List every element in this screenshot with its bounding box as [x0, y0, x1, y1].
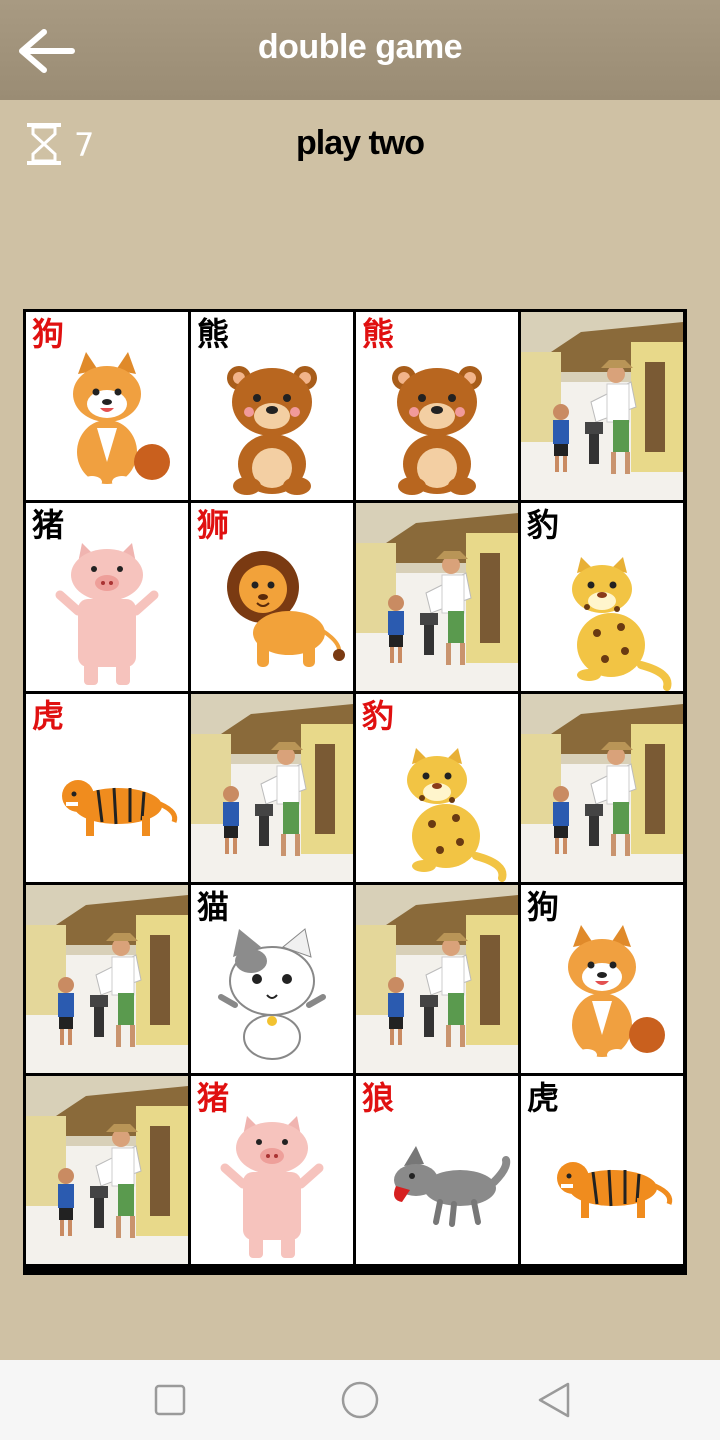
card-back-tile[interactable] [356, 885, 518, 1073]
card-label: 猫 [197, 888, 230, 926]
card-back-illustration [521, 694, 683, 882]
card-tiger[interactable]: 虎 [521, 1076, 683, 1264]
card-pig[interactable]: 猪 [26, 503, 188, 691]
card-label: 虎 [32, 697, 65, 735]
home-icon[interactable] [338, 1378, 382, 1422]
card-label: 狮 [197, 506, 230, 544]
card-bear[interactable]: 熊 [356, 312, 518, 500]
mode-label: play two [295, 124, 425, 162]
card-label: 狗 [527, 888, 560, 926]
card-back-illustration [356, 885, 518, 1073]
app-header: double game [0, 0, 720, 100]
card-label: 豹 [362, 697, 395, 735]
card-dog[interactable]: 狗 [26, 312, 188, 500]
card-back-tile[interactable] [191, 694, 353, 882]
card-back-tile[interactable] [521, 312, 683, 500]
card-label: 虎 [527, 1079, 560, 1117]
card-label: 豹 [527, 506, 560, 544]
recent-apps-icon[interactable] [148, 1378, 192, 1422]
card-grid: 狗 熊 熊 猪 狮 豹 虎 豹 猫 狗 猪 狼 虎 [23, 309, 687, 1275]
card-pig[interactable]: 猪 [191, 1076, 353, 1264]
card-label: 熊 [197, 315, 230, 353]
system-navbar [0, 1360, 720, 1440]
card-dog[interactable]: 狗 [521, 885, 683, 1073]
card-label: 狗 [32, 315, 65, 353]
card-label: 熊 [362, 315, 395, 353]
card-back-illustration [26, 885, 188, 1073]
card-bear[interactable]: 熊 [191, 312, 353, 500]
card-label: 狼 [362, 1079, 395, 1117]
back-triangle-icon[interactable] [532, 1378, 576, 1422]
card-leopard[interactable]: 豹 [356, 694, 518, 882]
card-wolf[interactable]: 狼 [356, 1076, 518, 1264]
card-label: 猪 [32, 506, 65, 544]
card-tiger[interactable]: 虎 [26, 694, 188, 882]
card-back-tile[interactable] [26, 1076, 188, 1264]
card-back-illustration [26, 1076, 188, 1264]
card-back-illustration [521, 312, 683, 500]
card-back-illustration [356, 503, 518, 691]
card-label: 猪 [197, 1079, 230, 1117]
page-title: double game [257, 28, 463, 66]
card-cat[interactable]: 猫 [191, 885, 353, 1073]
card-leopard[interactable]: 豹 [521, 503, 683, 691]
card-back-illustration [191, 694, 353, 882]
card-back-tile[interactable] [356, 503, 518, 691]
card-back-tile[interactable] [26, 885, 188, 1073]
card-lion[interactable]: 狮 [191, 503, 353, 691]
card-back-tile[interactable] [521, 694, 683, 882]
